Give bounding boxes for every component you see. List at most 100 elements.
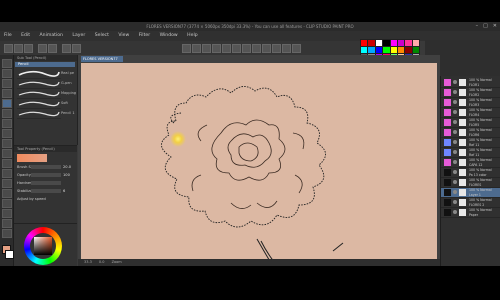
layer-row[interactable]: 100 % Normal FLOR2	[441, 88, 500, 98]
swatch-8[interactable]	[361, 47, 368, 53]
new-file-icon[interactable]	[4, 44, 13, 53]
blend-tool-icon[interactable]	[2, 149, 12, 158]
visibility-eye-icon[interactable]	[453, 190, 457, 194]
minimize-icon[interactable]: –	[476, 22, 479, 31]
stroke-preview-2[interactable]	[17, 89, 61, 99]
visibility-eye-icon[interactable]	[453, 120, 457, 124]
layer-row[interactable]: 100 % Normal CAPA 12	[441, 158, 500, 168]
layer-row[interactable]: 100 % Normal FLORES	[441, 178, 500, 188]
ruler-icon[interactable]	[242, 44, 251, 53]
text-tool-icon[interactable]	[2, 209, 12, 218]
subtool-tab-pencil[interactable]: Pencil	[15, 62, 75, 67]
close-icon[interactable]: ✕	[493, 22, 497, 31]
menu-view[interactable]: View	[118, 31, 129, 41]
settings-icon[interactable]	[292, 44, 301, 53]
deselect-icon[interactable]	[192, 44, 201, 53]
menu-animation[interactable]: Animation	[40, 31, 63, 41]
zoom-value[interactable]: 33.3	[84, 260, 92, 264]
menu-layer[interactable]: Layer	[72, 31, 85, 41]
layer-row[interactable]: 100 % Normal FLOR4	[441, 108, 500, 118]
stroke-preview-4[interactable]	[17, 109, 61, 119]
visibility-eye-icon[interactable]	[453, 90, 457, 94]
swatch-13[interactable]	[397, 47, 405, 53]
ruler-tool-icon[interactable]	[2, 199, 12, 208]
correct-line-tool-icon[interactable]	[2, 229, 12, 238]
selection-tool-icon[interactable]	[2, 79, 12, 88]
swatch-7[interactable]	[412, 40, 419, 46]
visibility-eye-icon[interactable]	[453, 110, 457, 114]
swatch-5[interactable]	[397, 40, 405, 46]
airbrush-tool-icon[interactable]	[2, 129, 12, 138]
layer-row[interactable]: 100 % Normal FLOR5	[441, 118, 500, 128]
visibility-eye-icon[interactable]	[453, 170, 457, 174]
swatch-3[interactable]	[383, 40, 390, 46]
menu-select[interactable]: Select	[95, 31, 109, 41]
stroke-preview-1[interactable]	[17, 79, 61, 89]
selection-launcher-icon[interactable]	[182, 44, 191, 53]
layer-row-selected[interactable]: 100 % Normal Layer 1	[441, 188, 500, 198]
menu-filter[interactable]: Filter	[139, 31, 150, 41]
swatch-6[interactable]	[405, 40, 412, 46]
document-tab[interactable]: FLORES VERSION77	[81, 56, 123, 62]
grid-icon[interactable]	[252, 44, 261, 53]
layer-row[interactable]: 100 % Normal Pa 13 color	[441, 168, 500, 178]
drawing-canvas[interactable]	[81, 63, 437, 259]
prop-brush-size[interactable]: Brush Size 20.0	[17, 164, 75, 170]
gradient-tool-icon[interactable]	[2, 169, 12, 178]
brush-tool-icon[interactable]	[2, 119, 12, 128]
sub-color-swatch[interactable]	[5, 250, 14, 259]
visibility-eye-icon[interactable]	[453, 140, 457, 144]
balloon-tool-icon[interactable]	[2, 219, 12, 228]
stroke-preview-3[interactable]	[17, 99, 61, 109]
visibility-eye-icon[interactable]	[453, 180, 457, 184]
visibility-eye-icon[interactable]	[453, 160, 457, 164]
swatch-4[interactable]	[390, 40, 397, 46]
menu-window[interactable]: Window	[160, 31, 178, 41]
swatch-15[interactable]	[412, 47, 419, 53]
swatch-1[interactable]	[368, 40, 375, 46]
fill-tool-icon[interactable]	[2, 159, 12, 168]
swatch-14[interactable]	[405, 47, 412, 53]
prop-hardness[interactable]: Hardness	[17, 180, 75, 186]
prop-adjust-speed[interactable]: Adjust by speed	[17, 196, 75, 202]
prop-slider[interactable]	[31, 173, 61, 177]
save-icon[interactable]	[24, 44, 33, 53]
vector-icon[interactable]	[282, 44, 291, 53]
saturation-square[interactable]	[34, 237, 52, 255]
pencil-tool-icon[interactable]	[2, 109, 12, 118]
mirror-icon[interactable]	[272, 44, 281, 53]
redo-icon[interactable]	[48, 44, 57, 53]
visibility-eye-icon[interactable]	[453, 200, 457, 204]
frame-tool-icon[interactable]	[2, 189, 12, 198]
swatch-9[interactable]	[368, 47, 375, 53]
layer-row[interactable]: 100 % Normal FLOR6	[441, 128, 500, 138]
color-wheel[interactable]	[24, 227, 62, 265]
eraser-tool-icon[interactable]	[2, 139, 12, 148]
visibility-eye-icon[interactable]	[453, 210, 457, 214]
figure-tool-icon[interactable]	[2, 179, 12, 188]
undo-icon[interactable]	[38, 44, 47, 53]
menu-help[interactable]: Help	[187, 31, 197, 41]
perspective-icon[interactable]	[262, 44, 271, 53]
invert-selection-icon[interactable]	[202, 44, 211, 53]
menu-edit[interactable]: Edit	[21, 31, 30, 41]
layer-row[interactable]: 100 % Normal Raf 11	[441, 138, 500, 148]
expand-selection-icon[interactable]	[212, 44, 221, 53]
swatch-2[interactable]	[375, 40, 383, 46]
layer-row[interactable]: 100 % Normal FLOR1	[441, 78, 500, 88]
prop-opacity[interactable]: Opacity 100	[17, 172, 75, 178]
swatch-10[interactable]	[375, 47, 383, 53]
swatch-0[interactable]	[361, 40, 368, 46]
layer-row[interactable]: 100 % Normal Paper	[441, 208, 500, 218]
clear-icon[interactable]	[62, 44, 71, 53]
rotation-value[interactable]: 0.0	[99, 260, 105, 264]
swatch-11[interactable]	[383, 47, 390, 53]
prop-slider[interactable]	[31, 189, 61, 193]
prop-slider[interactable]	[31, 181, 61, 185]
maximize-icon[interactable]: □	[483, 22, 488, 31]
visibility-eye-icon[interactable]	[453, 130, 457, 134]
pen-tool-icon[interactable]	[2, 99, 12, 108]
open-file-icon[interactable]	[14, 44, 23, 53]
shrink-selection-icon[interactable]	[222, 44, 231, 53]
zoom-tool-icon[interactable]	[2, 59, 12, 68]
